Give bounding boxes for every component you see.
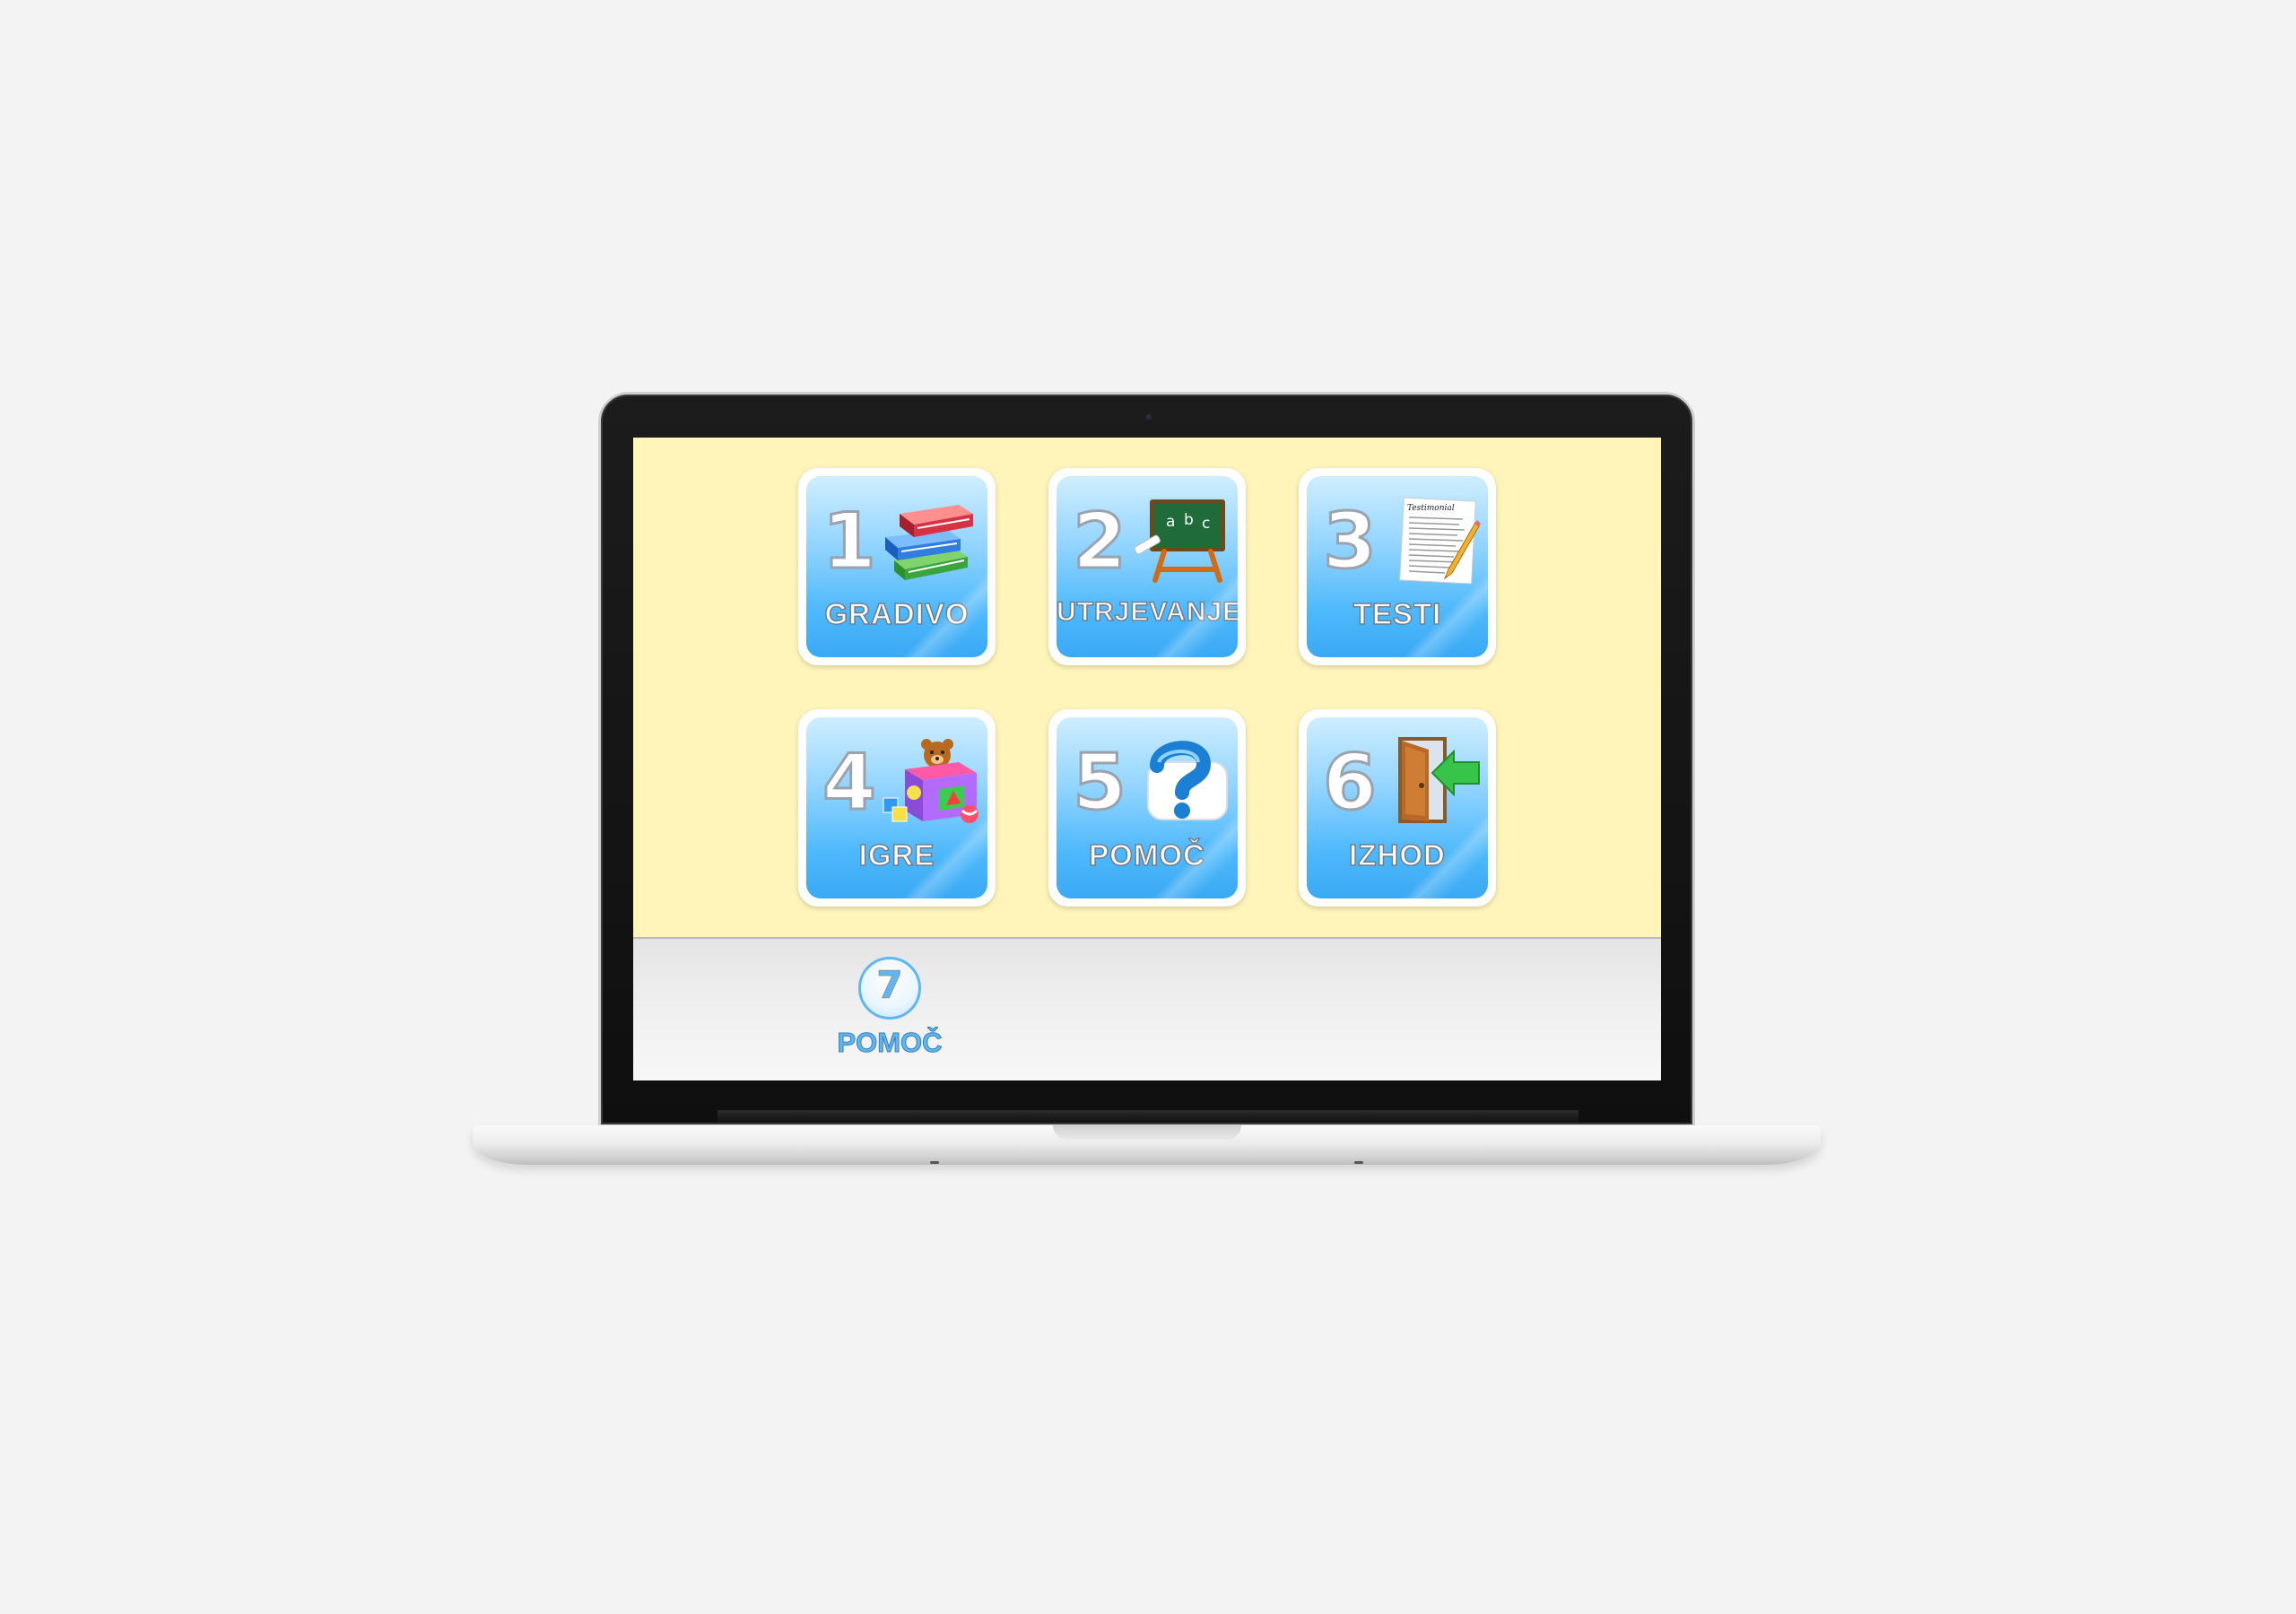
help-circle-icon: 7: [858, 957, 921, 1020]
exit-door-icon: [1398, 737, 1480, 823]
tile-face: 5 POMOČ: [1057, 717, 1238, 898]
chalkboard-icon: a b c: [1134, 499, 1225, 583]
menu-tile-utrjevanje[interactable]: 2 a b c UTRJEVANJE: [1048, 468, 1246, 665]
menu-tile-gradivo[interactable]: 1 GRADIVO: [798, 468, 996, 665]
svg-text:c: c: [1202, 515, 1210, 533]
svg-text:b: b: [1184, 511, 1194, 529]
tile-number: 6: [1322, 738, 1378, 828]
tile-face: 3 Testimonial TESTI: [1307, 476, 1488, 657]
trackpad-notch: [1053, 1125, 1241, 1140]
app-screen: 1 GRADIVO 2 a b c UTRJEVANJE 3 Testimoni…: [633, 438, 1661, 1080]
tile-face: 4 IGRE: [806, 717, 987, 898]
camera-icon: [1146, 414, 1152, 420]
test-paper-icon: Testimonial: [1399, 497, 1481, 584]
tile-label: POMOČ: [1088, 837, 1205, 872]
bottom-toolbar: 7 POMOČ: [633, 937, 1661, 1080]
tile-label: TESTI: [1352, 596, 1442, 631]
help-number: 7: [876, 963, 903, 1007]
help-button[interactable]: 7 POMOČ: [835, 957, 952, 1073]
page-background: 1 GRADIVO 2 a b c UTRJEVANJE 3 Testimoni…: [0, 0, 2296, 1614]
laptop-foot: [1354, 1161, 1363, 1164]
laptop-base: [473, 1125, 1821, 1165]
tile-number: 1: [822, 497, 878, 586]
toy-box-icon: [883, 739, 978, 823]
tile-number: 3: [1322, 497, 1378, 586]
question-mark-icon: [1147, 741, 1228, 820]
tile-face: 1 GRADIVO: [806, 476, 987, 657]
paper-heading: Testimonial: [1407, 504, 1455, 513]
main-menu-grid: 1 GRADIVO 2 a b c UTRJEVANJE 3 Testimoni…: [633, 438, 1661, 937]
tile-face: 2 a b c UTRJEVANJE: [1057, 476, 1238, 657]
svg-text:a: a: [1166, 513, 1175, 531]
menu-tile-pomoc[interactable]: 5 POMOČ: [1048, 709, 1246, 907]
laptop-lid: 1 GRADIVO 2 a b c UTRJEVANJE 3 Testimoni…: [598, 392, 1695, 1127]
tile-number: 5: [1072, 738, 1128, 828]
laptop-foot: [930, 1161, 939, 1164]
tile-label: IZHOD: [1348, 837, 1446, 872]
menu-tile-testi[interactable]: 3 Testimonial TESTI: [1299, 468, 1496, 665]
tile-label: GRADIVO: [824, 596, 970, 631]
menu-tile-izhod[interactable]: 6 IZHOD: [1299, 709, 1496, 907]
menu-tile-igre[interactable]: 4 IGRE: [798, 709, 996, 907]
tile-number: 4: [822, 738, 878, 828]
tile-label: UTRJEVANJE: [1057, 596, 1238, 628]
books-icon: [885, 505, 973, 580]
help-label: POMOČ: [837, 1027, 943, 1059]
laptop-hinge: [718, 1110, 1578, 1123]
tile-number: 2: [1072, 497, 1128, 586]
tile-face: 6 IZHOD: [1307, 717, 1488, 898]
tile-label: IGRE: [858, 837, 935, 872]
